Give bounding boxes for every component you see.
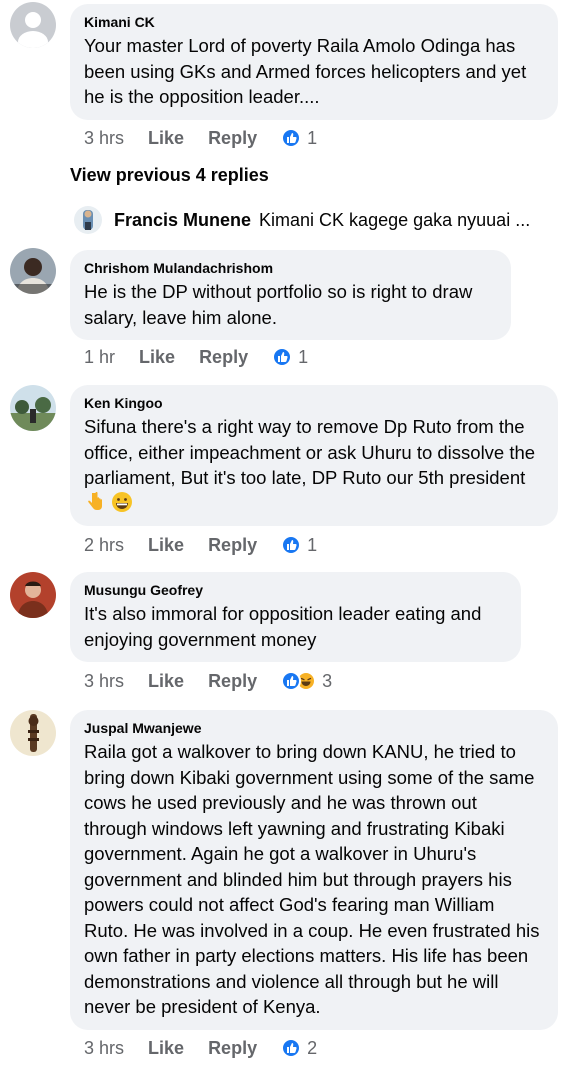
like-reaction-icon <box>272 347 293 367</box>
avatar[interactable] <box>10 248 56 294</box>
like-reaction-icon <box>281 535 302 555</box>
reply-button[interactable]: Reply <box>208 128 257 149</box>
comment-text: Raila got a walkover to bring down KANU,… <box>84 741 540 1017</box>
comment-bubble: Musungu Geofrey It's also immoral for op… <box>70 572 521 662</box>
comment-actions: 3 hrs Like Reply 2 <box>84 1036 317 1060</box>
reaction-count: 1 <box>307 534 318 555</box>
reactions[interactable]: 2 <box>281 1038 317 1059</box>
comment-time[interactable]: 3 hrs <box>84 671 124 692</box>
comment-bubble: Kimani CK Your master Lord of poverty Ra… <box>70 4 558 120</box>
comment-time[interactable]: 3 hrs <box>84 1038 124 1059</box>
like-reaction-icon <box>281 1038 302 1058</box>
comment-author[interactable]: Juspal Mwanjewe <box>84 719 542 737</box>
avatar[interactable] <box>10 2 56 48</box>
avatar[interactable] <box>10 385 56 431</box>
comment-author[interactable]: Musungu Geofrey <box>84 581 505 599</box>
avatar[interactable] <box>10 710 56 756</box>
comment-text: Sifuna there's a right way to remove Dp … <box>84 414 542 516</box>
avatar[interactable] <box>10 572 56 618</box>
reaction-count: 2 <box>307 1037 318 1058</box>
comment-time[interactable]: 1 hr <box>84 347 115 368</box>
comment-actions: 3 hrs Like Reply 1 <box>84 126 317 150</box>
reactions[interactable]: 1 <box>281 535 317 556</box>
like-button[interactable]: Like <box>148 1038 184 1059</box>
reply-button[interactable]: Reply <box>208 1038 257 1059</box>
grinning-emoji-icon <box>112 491 133 512</box>
reactions[interactable]: 1 <box>272 347 308 368</box>
like-button[interactable]: Like <box>148 128 184 149</box>
avatar[interactable] <box>74 206 102 234</box>
reply-preview[interactable]: Francis Munene Kimani CK kagege gaka nyu… <box>74 205 530 235</box>
comment-time[interactable]: 2 hrs <box>84 535 124 556</box>
like-button[interactable]: Like <box>139 347 175 368</box>
pointing-down-emoji-icon <box>88 491 102 510</box>
reactions[interactable]: 3 <box>281 671 332 692</box>
like-reaction-icon <box>281 671 302 691</box>
reply-author[interactable]: Francis Munene <box>114 210 251 231</box>
reply-button[interactable]: Reply <box>199 347 248 368</box>
reply-snippet: Kimani CK kagege gaka nyuuai ... <box>259 209 531 230</box>
like-reaction-icon <box>281 128 302 148</box>
view-previous-replies-link[interactable]: View previous 4 replies <box>70 165 269 186</box>
comment-bubble: Juspal Mwanjewe Raila got a walkover to … <box>70 710 558 1030</box>
comment-text: He is the DP without portfolio so is rig… <box>84 281 473 328</box>
comment-actions: 2 hrs Like Reply 1 <box>84 533 317 557</box>
comment-bubble: Chrishom Mulandachrishom He is the DP wi… <box>70 250 511 340</box>
comment-author[interactable]: Ken Kingoo <box>84 394 542 412</box>
like-button[interactable]: Like <box>148 535 184 556</box>
reactions[interactable]: 1 <box>281 128 317 149</box>
comment-text: It's also immoral for opposition leader … <box>84 603 482 650</box>
comment-bubble: Ken Kingoo Sifuna there's a right way to… <box>70 385 558 526</box>
comment-actions: 1 hr Like Reply 1 <box>84 345 308 369</box>
comment-actions: 3 hrs Like Reply 3 <box>84 669 332 693</box>
comment-text-content: Sifuna there's a right way to remove Dp … <box>84 416 536 488</box>
reply-button[interactable]: Reply <box>208 535 257 556</box>
reaction-count: 1 <box>307 127 318 148</box>
like-button[interactable]: Like <box>148 671 184 692</box>
reaction-count: 1 <box>298 346 309 367</box>
comment-author[interactable]: Kimani CK <box>84 13 542 31</box>
comment-time[interactable]: 3 hrs <box>84 128 124 149</box>
comment-author[interactable]: Chrishom Mulandachrishom <box>84 259 495 277</box>
reply-button[interactable]: Reply <box>208 671 257 692</box>
reaction-count: 3 <box>322 670 333 691</box>
comment-text: Your master Lord of poverty Raila Amolo … <box>84 35 527 107</box>
